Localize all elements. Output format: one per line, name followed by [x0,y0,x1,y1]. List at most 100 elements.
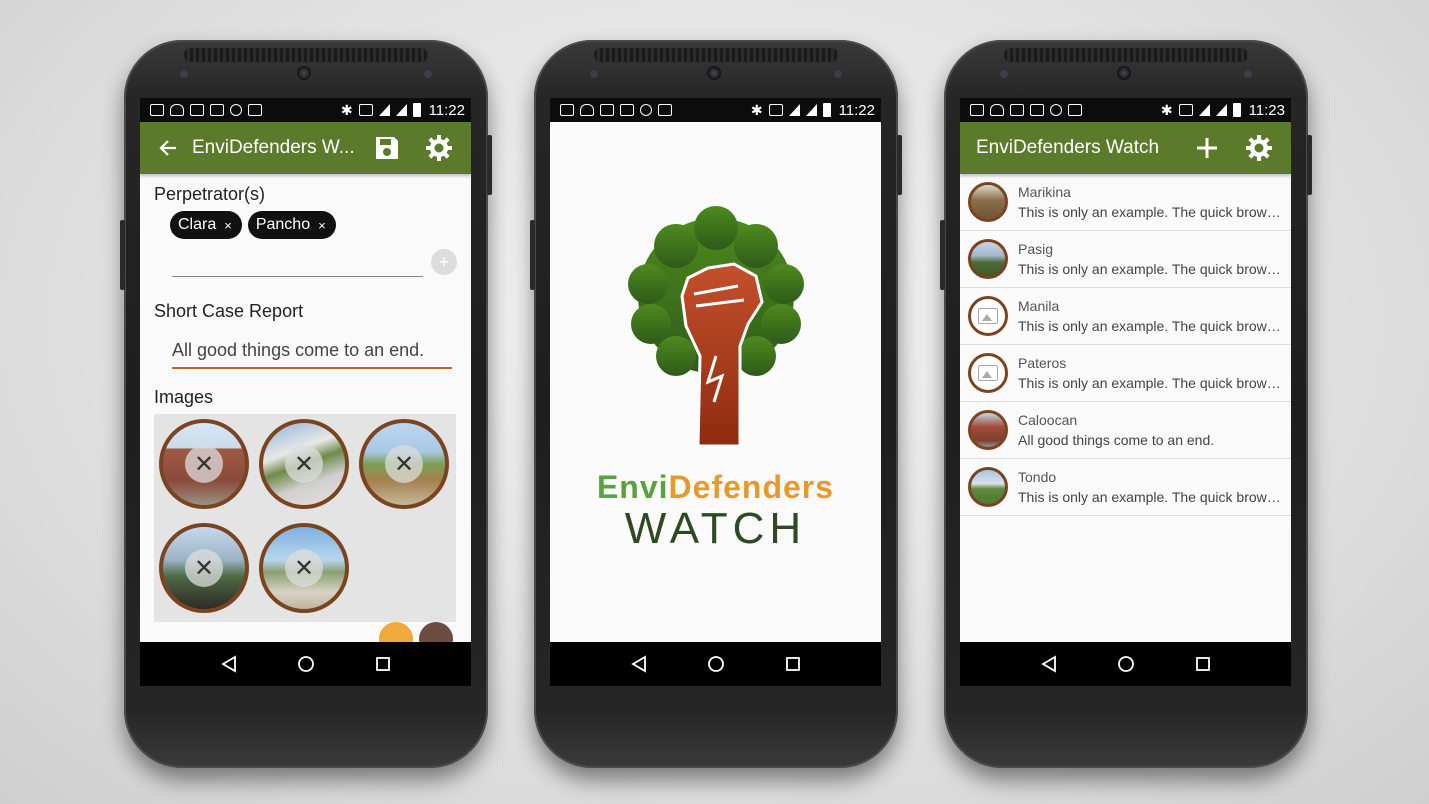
list-item[interactable]: Pasig This is only an example. The quick … [960,231,1291,288]
photo-icon [1030,104,1044,116]
app-title: EnviDefenders Watch [976,137,1160,158]
wifi-icon [788,104,800,116]
item-title: Tondo [1018,469,1057,485]
nav-home-icon[interactable] [699,647,733,681]
image-thumbnail[interactable]: ✕ [159,523,249,613]
short-report-field[interactable] [172,334,452,369]
front-camera [707,66,721,80]
chip-perpetrator[interactable]: Pancho × [247,211,336,239]
vibrate-icon [358,104,373,116]
brand-defenders: Defenders [668,469,835,505]
nav-home-icon[interactable] [289,647,323,681]
app-bar: EnviDefenders W... [140,122,471,174]
earpiece-speaker [594,48,838,62]
wifi-settings-icon [230,104,242,116]
settings-gear-icon[interactable] [419,128,459,168]
navigation-bar [550,642,881,686]
image-icon [600,104,614,116]
report-label: Short Case Report [154,301,304,321]
save-icon[interactable] [367,128,407,168]
delete-image-icon[interactable]: ✕ [285,445,323,483]
image-thumbnail[interactable]: ✕ [159,419,249,509]
delete-image-icon[interactable]: ✕ [385,445,423,483]
image-thumbnail[interactable]: ✕ [259,523,349,613]
image-icon [190,104,204,116]
images-label: Images [154,387,214,407]
nav-home-icon[interactable] [1109,647,1143,681]
item-subtitle: All good things come to an end. [1018,432,1215,448]
front-sensor [180,70,188,78]
chart-icon [248,104,262,116]
item-subtitle: This is only an example. The quick brown… [1018,261,1283,277]
front-sensor [1000,70,1008,78]
chip-remove-icon[interactable]: × [318,218,326,233]
image-icon [1010,104,1024,116]
nav-recents-icon[interactable] [776,647,810,681]
image-thumbnail[interactable]: ✕ [359,419,449,509]
cloud-upload-icon [580,104,594,116]
battery-icon [412,103,421,117]
front-sensor [424,70,432,78]
camera-fab[interactable] [419,622,453,642]
wifi-icon [1198,104,1210,116]
add-perpetrator-button[interactable]: + [431,249,457,275]
earpiece-speaker [1004,48,1248,62]
brand-subtitle: WATCH [624,504,807,553]
chip-label: Clara [178,216,217,233]
cloud-upload-icon [990,104,1004,116]
fab-row [379,622,453,642]
brand-title: EnviDefenders [597,469,834,506]
screen: ✱ 11:22 EnviDefenders WATCH [550,98,881,686]
bluetooth-icon: ✱ [1160,101,1173,118]
phone-case-list: ✱ 11:23 EnviDefenders Watch Marikina This… [940,40,1312,768]
earpiece-speaker [184,48,428,62]
status-time: 11:22 [428,101,465,119]
delete-image-icon[interactable]: ✕ [185,549,223,587]
avatar [968,353,1008,393]
front-sensor [590,70,598,78]
front-camera [297,66,311,80]
perpetrator-input[interactable] [172,247,423,277]
status-bar: ✱ 11:22 [140,98,471,122]
settings-gear-icon[interactable] [1239,128,1279,168]
image-thumbnail[interactable]: ✕ [259,419,349,509]
item-title: Pateros [1018,355,1067,371]
signal-icon [395,104,407,116]
wifi-icon [378,104,390,116]
add-image-fab[interactable] [379,622,413,642]
nav-back-icon[interactable] [1032,647,1066,681]
nav-back-icon[interactable] [212,647,246,681]
delete-image-icon[interactable]: ✕ [185,445,223,483]
list-item[interactable]: Marikina This is only an example. The qui… [960,174,1291,231]
chip-perpetrator[interactable]: Clara × [170,211,242,239]
phone-splash: ✱ 11:22 EnviDefenders WATCH [530,40,902,768]
cloud-upload-icon [170,104,184,116]
tree-fist-logo-icon [627,206,804,448]
navigation-bar [140,642,471,686]
nav-back-icon[interactable] [622,647,656,681]
list-item[interactable]: Manila This is only an example. The quick… [960,288,1291,345]
nav-recents-icon[interactable] [366,647,400,681]
image-placeholder-icon [978,365,998,381]
perpetrators-label: Perpetrator(s) [154,184,266,204]
signal-icon [805,104,817,116]
item-title: Marikina [1018,184,1071,200]
add-plus-icon[interactable] [1187,128,1227,168]
delete-image-icon[interactable]: ✕ [285,549,323,587]
item-subtitle: This is only an example. The quick brown… [1018,489,1283,505]
list-item[interactable]: Pateros This is only an example. The quic… [960,345,1291,402]
perpetrator-input-row: + [154,247,457,277]
list-item[interactable]: Caloocan All good things come to an end. [960,402,1291,459]
list-item[interactable]: Tondo This is only an example. The quick … [960,459,1291,516]
item-subtitle: This is only an example. The quick brown… [1018,375,1283,391]
app-title: EnviDefenders W... [192,137,355,158]
back-arrow-icon[interactable] [156,128,180,168]
status-bar: ✱ 11:23 [960,98,1291,122]
chip-remove-icon[interactable]: × [224,218,232,233]
app-bar: EnviDefenders Watch [960,122,1291,174]
vibrate-icon [1178,104,1193,116]
notification-icon [560,104,574,116]
perpetrator-chips: Clara × Pancho × [154,211,457,239]
nav-recents-icon[interactable] [1186,647,1220,681]
front-sensor [1244,70,1252,78]
